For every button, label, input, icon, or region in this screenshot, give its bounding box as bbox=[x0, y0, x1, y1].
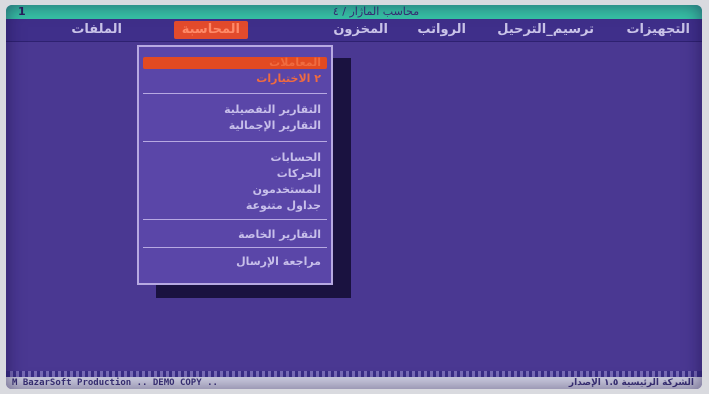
menu-item-detailed-reports[interactable]: التقارير التفصيلية bbox=[224, 103, 321, 116]
screen-vignette bbox=[6, 5, 702, 389]
title-bar: 1 محاسب الماژار / ٤ bbox=[6, 5, 702, 19]
status-bar: M BazarSoft Production .. DEMO COPY .. ا… bbox=[6, 371, 702, 389]
menu-inventory[interactable]: المخزون bbox=[333, 21, 388, 39]
menu-divider bbox=[143, 141, 327, 142]
status-left-text: M BazarSoft Production .. DEMO COPY .. bbox=[12, 378, 218, 388]
menu-item-options[interactable]: ٢ الاختيارات bbox=[256, 72, 321, 85]
menu-item-misc-tables[interactable]: جداول متنوعة bbox=[246, 199, 321, 212]
window-title: محاسب الماژار / ٤ bbox=[332, 5, 420, 18]
menu-item-review[interactable]: مراجعة الإرسال bbox=[236, 255, 321, 268]
status-strip: M BazarSoft Production .. DEMO COPY .. ا… bbox=[6, 377, 702, 389]
menu-accounting[interactable]: المحاسبة bbox=[173, 21, 248, 39]
menu-files[interactable]: الملفات bbox=[71, 21, 122, 39]
status-right-text: الشركة الرئيسية ١.٥ الإصدار bbox=[568, 378, 694, 388]
menu-item-users[interactable]: المستخدمون bbox=[253, 183, 321, 196]
window-number: 1 bbox=[18, 5, 26, 18]
menu-payroll[interactable]: الرواتب bbox=[417, 21, 466, 39]
menu-bar: التجهيزات ترسيم_الترحيل الرواتب المخزون … bbox=[6, 19, 702, 42]
dos-screen: 1 محاسب الماژار / ٤ التجهيزات ترسيم_التر… bbox=[6, 5, 702, 389]
menu-item-accounts[interactable]: الحسابات bbox=[271, 151, 321, 164]
menu-setup[interactable]: التجهيزات bbox=[626, 21, 690, 39]
menu-divider bbox=[143, 93, 327, 94]
menu-item-transactions[interactable]: المعاملات bbox=[269, 56, 321, 69]
menu-divider bbox=[143, 247, 327, 248]
menu-posting[interactable]: ترسيم_الترحيل bbox=[497, 21, 594, 39]
menu-divider bbox=[143, 219, 327, 220]
menu-item-special-reports[interactable]: التقارير الخاصة bbox=[238, 228, 321, 241]
menu-item-movements[interactable]: الحركات bbox=[277, 167, 321, 180]
menu-item-summary-reports[interactable]: التقارير الإجمالية bbox=[229, 119, 321, 132]
accounting-dropdown-menu: المعاملات ٢ الاختيارات التقارير التفصيلي… bbox=[137, 45, 333, 285]
